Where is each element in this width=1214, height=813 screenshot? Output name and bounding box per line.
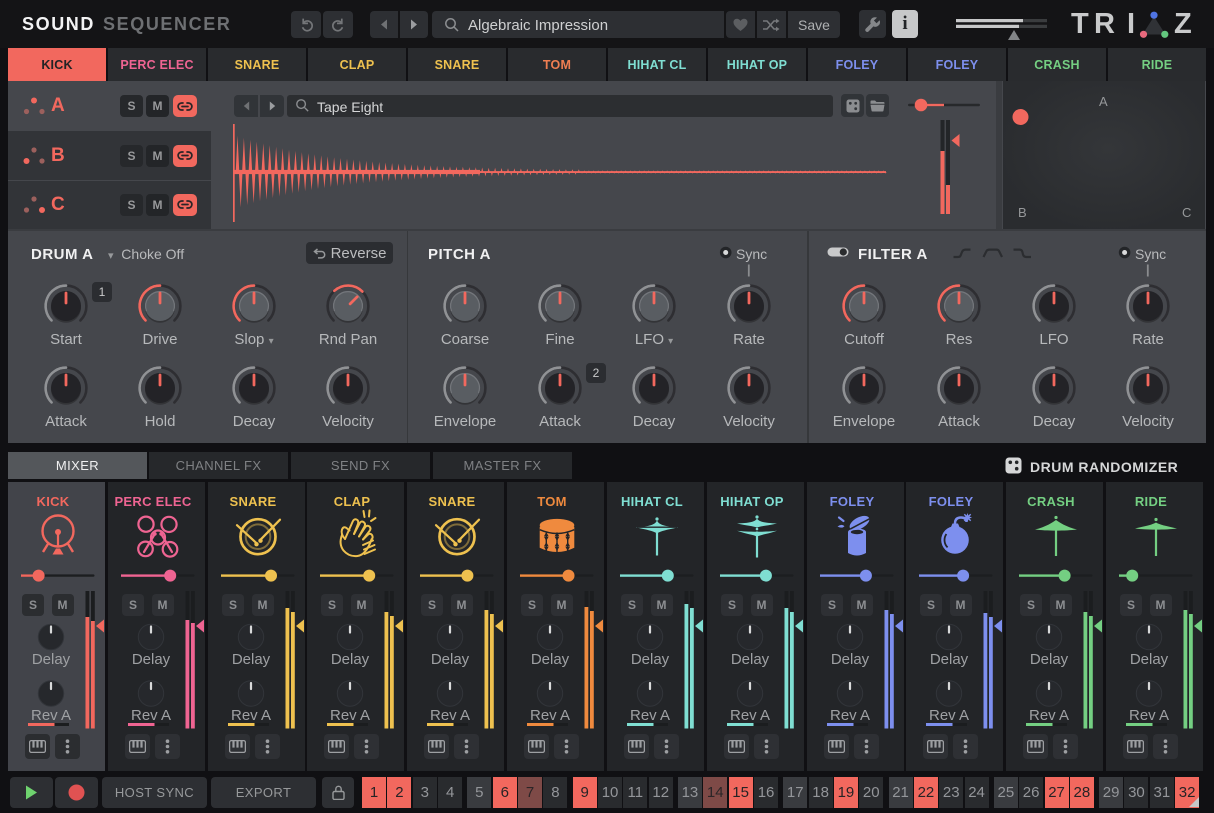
svg-text:T: T	[1071, 8, 1089, 40]
svg-text:Z: Z	[1174, 8, 1192, 40]
svg-text:R: R	[1094, 8, 1115, 40]
svg-text:I: I	[1127, 8, 1135, 40]
